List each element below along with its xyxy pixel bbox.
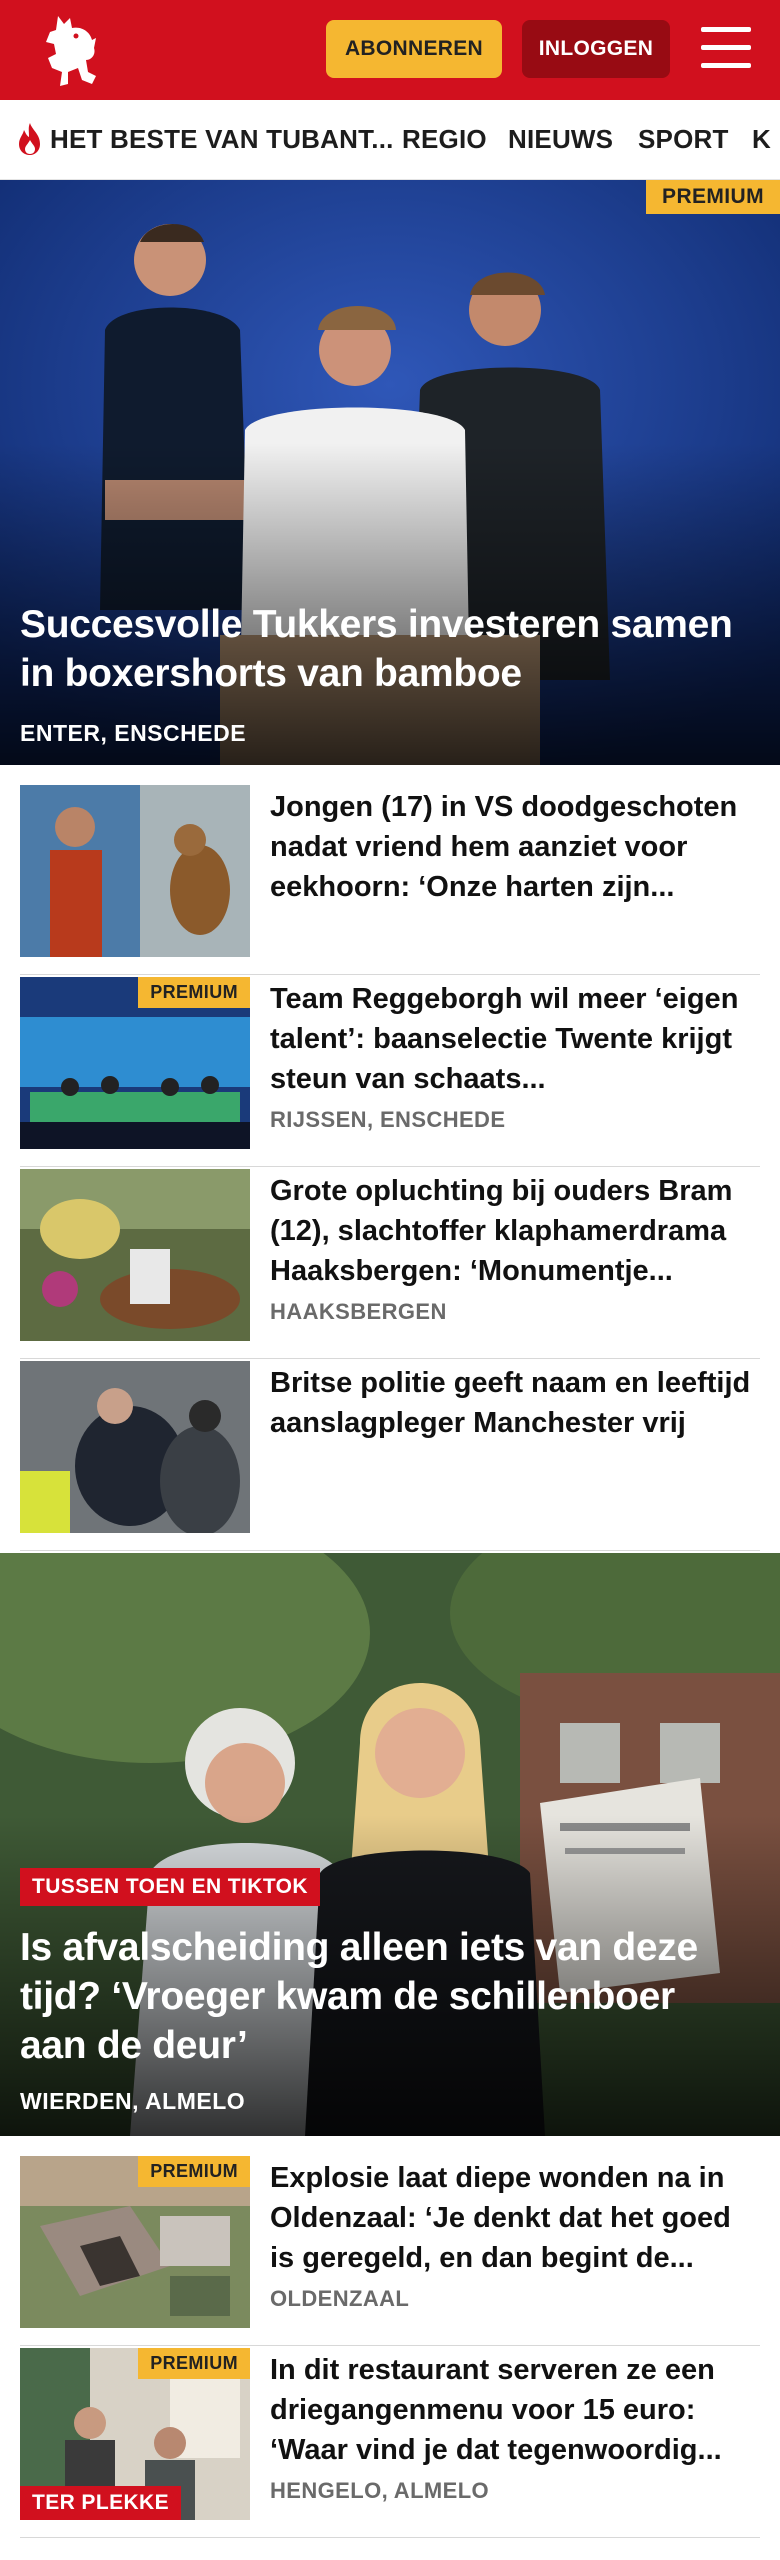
list-item[interactable]: Britse politie geeft naam en leeftijd aa… [20, 1361, 760, 1551]
article-thumbnail [20, 785, 250, 957]
list-item[interactable]: PREMIUM Explosie laat diepe wonden na in… [20, 2156, 760, 2346]
article-title[interactable]: Grote opluchting bij ouders Bram (12), s… [270, 1171, 760, 1291]
category-tag: TER PLEKKE [20, 2486, 182, 2520]
nav-item-regio[interactable]: REGIO [402, 124, 487, 155]
article-thumbnail: PREMIUM [20, 2156, 250, 2328]
nav-item-het-beste-van-tubantia[interactable]: HET BESTE VAN TUBANT... [50, 124, 394, 155]
premium-badge: PREMIUM [646, 180, 780, 214]
article-location: OLDENZAAL [270, 2286, 410, 2311]
article-thumbnail [20, 1169, 250, 1341]
article-location: RIJSSEN, ENSCHEDE [270, 1107, 506, 1132]
hamburger-menu-icon[interactable] [701, 27, 751, 69]
top-header: ABONNEREN INLOGGEN [0, 0, 780, 100]
article-title[interactable]: Jongen (17) in VS doodgeschoten nadat vr… [270, 787, 760, 907]
article-location: HAAKSBERGEN [270, 1299, 447, 1324]
list-item[interactable]: Jongen (17) in VS doodgeschoten nadat vr… [20, 785, 760, 975]
article-title[interactable]: Britse politie geeft naam en leeftijd aa… [270, 1363, 760, 1483]
hero-title[interactable]: Is afvalscheiding alleen iets van deze t… [20, 1923, 740, 2070]
nav-item-nieuws[interactable]: NIEUWS [508, 124, 613, 155]
article-title[interactable]: Explosie laat diepe wonden na in Oldenza… [270, 2158, 760, 2278]
hero-location: ENTER, ENSCHEDE [20, 720, 247, 746]
list-item[interactable]: PREMIUM TER PLEKKE In dit restaurant ser… [20, 2348, 760, 2538]
hero-article-afvalscheiding[interactable]: TUSSEN TOEN EN TIKTOK Is afvalscheiding … [0, 1553, 780, 2136]
hero-location: WIERDEN, ALMELO [20, 2088, 246, 2114]
premium-badge: PREMIUM [138, 2348, 250, 2379]
premium-badge: PREMIUM [138, 977, 250, 1008]
hero-article-boxershorts[interactable]: PREMIUM Succesvolle Tukkers investeren s… [0, 180, 780, 765]
article-thumbnail: PREMIUM [20, 977, 250, 1149]
subscribe-button[interactable]: ABONNEREN [326, 20, 502, 78]
article-thumbnail: PREMIUM TER PLEKKE [20, 2348, 250, 2520]
login-button[interactable]: INLOGGEN [522, 20, 670, 78]
flame-icon [19, 123, 40, 155]
section-nav: HET BESTE VAN TUBANT... REGIO NIEUWS SPO… [0, 100, 780, 180]
nav-item-sport[interactable]: SPORT [638, 124, 729, 155]
list-item[interactable]: PREMIUM Team Reggeborgh wil meer ‘eigen … [20, 977, 760, 1167]
horse-logo-icon[interactable] [38, 10, 104, 90]
article-title[interactable]: Team Reggeborgh wil meer ‘eigen talent’:… [270, 979, 760, 1099]
article-thumbnail [20, 1361, 250, 1533]
article-title[interactable]: In dit restaurant serveren ze een driega… [270, 2350, 760, 2470]
premium-badge: PREMIUM [138, 2156, 250, 2187]
series-badge: TUSSEN TOEN EN TIKTOK [20, 1868, 320, 1906]
list-item[interactable]: Grote opluchting bij ouders Bram (12), s… [20, 1169, 760, 1359]
article-location: HENGELO, ALMELO [270, 2478, 490, 2503]
hero-title[interactable]: Succesvolle Tukkers investeren samen in … [20, 600, 740, 698]
nav-item-overflow[interactable]: K [752, 124, 771, 155]
